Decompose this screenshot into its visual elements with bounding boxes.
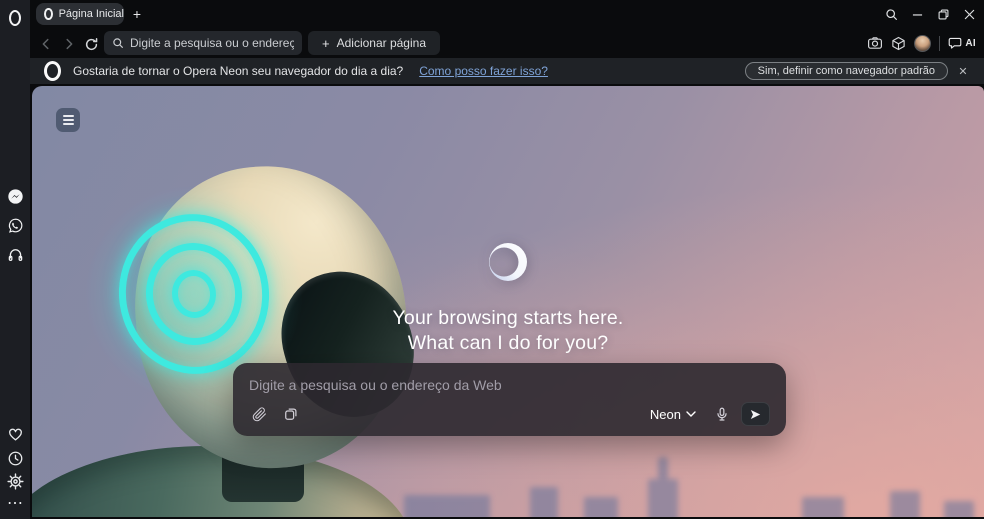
history-clock-icon[interactable]	[0, 447, 30, 469]
opera-logo-icon[interactable]	[0, 7, 30, 29]
chevron-down-icon	[686, 411, 696, 417]
prompt-toolbar: Neon	[249, 402, 770, 426]
messenger-icon[interactable]	[0, 185, 30, 207]
skyscraper-spire	[658, 457, 668, 517]
search-icon	[113, 38, 123, 48]
add-page-label: Adicionar página	[336, 36, 426, 50]
send-button[interactable]	[741, 402, 770, 426]
mode-label: Neon	[649, 406, 681, 422]
building-silhouette	[404, 495, 490, 517]
plus-icon: +	[132, 6, 142, 22]
building-silhouette	[530, 487, 558, 517]
set-default-browser-button[interactable]: Sim, definir como navegador padrão	[744, 62, 948, 80]
banner-message: Gostaria de tornar o Opera Neon seu nave…	[73, 64, 404, 78]
banner-close-icon[interactable]: ✕	[948, 65, 978, 78]
back-button[interactable]	[38, 36, 54, 52]
building-silhouette	[944, 501, 974, 517]
opera-neon-window: ⋯ Página Inicial + Digite a pesquisa ou …	[0, 0, 984, 519]
chat-bubble-icon	[949, 37, 962, 49]
attach-paperclip-icon[interactable]	[252, 406, 267, 422]
minimize-button[interactable]	[904, 0, 930, 28]
headphones-icon[interactable]	[0, 243, 30, 265]
ai-prompt-box[interactable]: Neon	[233, 363, 786, 436]
forward-button[interactable]	[61, 36, 77, 52]
new-tab-button[interactable]: +	[127, 4, 147, 24]
whatsapp-icon[interactable]	[0, 214, 30, 236]
address-input[interactable]	[130, 36, 294, 50]
mode-selector-dropdown[interactable]: Neon	[650, 407, 696, 422]
tab-search-icon[interactable]	[878, 0, 904, 28]
snapshot-camera-icon[interactable]	[867, 35, 883, 51]
address-bar[interactable]	[104, 31, 302, 55]
start-page: Your browsing starts here. What can I do…	[32, 86, 984, 517]
reload-button[interactable]	[83, 36, 99, 52]
tab-label: Página Inicial	[58, 8, 124, 20]
ai-chat-button[interactable]: AI	[948, 36, 976, 50]
welcome-heading-line2: What can I do for you?	[407, 332, 609, 354]
opera-logo-icon	[44, 61, 61, 81]
building-silhouette	[802, 497, 844, 517]
toolbar-divider	[939, 35, 941, 51]
prompt-input[interactable]	[249, 374, 770, 396]
tab-favicon-opera	[44, 8, 53, 20]
sidebar: ⋯	[0, 0, 30, 519]
settings-gear-icon[interactable]	[0, 470, 30, 492]
titlebar: Página Inicial +	[30, 0, 984, 28]
profile-avatar[interactable]	[914, 34, 932, 52]
close-button[interactable]	[956, 0, 982, 28]
ai-label: AI	[965, 37, 976, 49]
tab-pagina-inicial[interactable]: Página Inicial	[36, 3, 124, 25]
opera-ring-shape	[9, 10, 21, 26]
toolbar-right-icons: AI	[867, 28, 976, 58]
ellipsis-glyph: ⋯	[7, 495, 23, 512]
microphone-icon[interactable]	[715, 407, 729, 422]
toolbar: + Adicionar página AI	[30, 28, 984, 58]
start-page-menu-button[interactable]	[56, 108, 80, 132]
add-page-button[interactable]: + Adicionar página	[308, 31, 440, 55]
tabs-copy-icon[interactable]	[284, 407, 298, 421]
plus-icon: +	[322, 35, 330, 51]
more-ellipsis-icon[interactable]: ⋯	[0, 492, 30, 514]
banner-help-link[interactable]: Como posso fazer isso?	[419, 64, 548, 78]
send-arrow-icon	[750, 409, 761, 419]
default-browser-banner: Gostaria de tornar o Opera Neon seu nave…	[30, 58, 984, 84]
building-silhouette	[890, 491, 920, 517]
welcome-heading-line1: Your browsing starts here.	[392, 307, 624, 329]
opera-neon-logo	[484, 238, 532, 286]
restore-button[interactable]	[930, 0, 956, 28]
window-controls	[878, 0, 982, 28]
building-silhouette	[584, 497, 618, 517]
favorites-heart-icon[interactable]	[0, 423, 30, 445]
extensions-cube-icon[interactable]	[891, 36, 906, 51]
